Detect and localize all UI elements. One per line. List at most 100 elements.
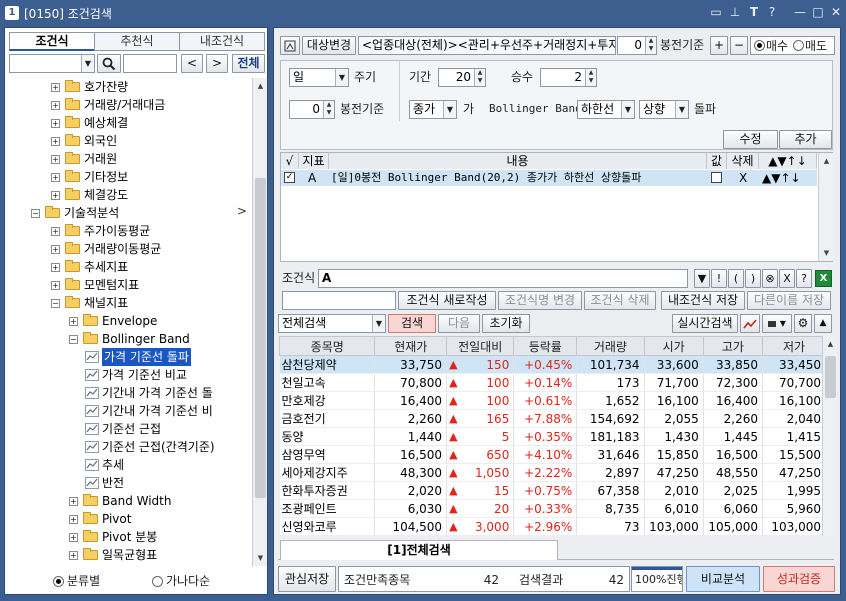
collapse-icon[interactable]: ▲ (814, 314, 832, 333)
scroll-up-icon[interactable]: ▲ (820, 154, 833, 168)
table-row[interactable]: 한화투자증권 2,020 ▲ 15 +0.75% 67,358 2,010 2,025 1,99… (279, 481, 826, 500)
next-match-button[interactable]: > (206, 54, 228, 73)
maximize-icon[interactable]: □ (810, 4, 826, 20)
expand-icon[interactable]: + (51, 191, 60, 200)
tree-node[interactable]: + 거래원 (5, 150, 251, 168)
sell-radio[interactable] (793, 40, 804, 51)
xor-button[interactable]: ⊗ (762, 269, 778, 288)
tree-node[interactable]: + 일목균형표 (5, 546, 251, 564)
table-row[interactable]: 만호제강 16,400 ▲ 100 +0.61% 1,652 16,100 16,400 16,… (279, 391, 826, 410)
tree-node[interactable]: + 추세지표 (5, 258, 251, 276)
tree-node[interactable]: 기간내 가격 기준선 돌 (5, 384, 251, 402)
search-button[interactable]: 검색 (388, 314, 436, 333)
prev-match-button[interactable]: < (181, 54, 203, 73)
delete-condition-icon[interactable]: X (739, 170, 747, 186)
expand-icon[interactable]: + (51, 245, 60, 254)
tree-node[interactable]: + 모멘텀지표 (5, 276, 251, 294)
show-all-button[interactable]: 전체 (232, 54, 265, 73)
tree-node[interactable]: + Band Width (5, 492, 251, 510)
grid-header-cell[interactable]: 거래량 (576, 336, 645, 356)
band-line-select[interactable]: 하한선 ▼ (577, 100, 635, 119)
tree-node[interactable]: + Pivot (5, 510, 251, 528)
tree-node[interactable]: + Pivot 분봉 (5, 528, 251, 546)
tree-node[interactable]: 가격 기준선 돌파 (5, 348, 251, 366)
tree-node[interactable]: 반전 (5, 474, 251, 492)
expand-icon[interactable]: + (69, 551, 78, 560)
tree-node[interactable]: + 거래량이동평균 (5, 240, 251, 258)
save-condition-button[interactable]: 내조건식 저장 (661, 291, 745, 310)
tree-node[interactable]: + 기타정보 (5, 168, 251, 186)
multiplier-input[interactable]: 2 ▲ ▼ (540, 68, 597, 87)
search-scope-select[interactable]: 전체검색 ▼ (278, 314, 386, 333)
add-bar-button[interactable]: + (710, 36, 728, 55)
table-row[interactable]: 천일고속 70,800 ▲ 100 +0.14% 173 71,700 72,300 70,70… (279, 373, 826, 392)
delete-condition-button[interactable]: 조건식 삭제 (584, 291, 656, 310)
category-select[interactable]: ▼ (9, 54, 95, 73)
open-paren-button[interactable]: ( (728, 269, 744, 288)
tree-node[interactable]: + 예상체결 (5, 114, 251, 132)
tree-node[interactable]: − 기술적분석 (5, 204, 251, 222)
grid-scrollbar[interactable]: ▲ (822, 336, 837, 536)
scroll-thumb[interactable] (255, 178, 266, 498)
expand-icon[interactable]: + (51, 119, 60, 128)
direction-select[interactable]: 상향 ▼ (639, 100, 689, 119)
universe-field[interactable]: <업종대상(전체)><관리+우선주+거래정지+투자 (358, 36, 616, 55)
tab-conditions[interactable]: 조건식 (9, 32, 95, 51)
condition-name-input[interactable] (282, 291, 396, 310)
grid-header-cell[interactable]: 시가 (643, 336, 704, 356)
target-icon[interactable] (280, 36, 300, 55)
pin-icon[interactable]: ⊥ (727, 4, 743, 20)
expand-icon[interactable]: + (51, 263, 60, 272)
scroll-thumb[interactable] (825, 356, 836, 398)
search-input[interactable] (123, 54, 177, 73)
expand-icon[interactable]: + (69, 515, 78, 524)
expand-icon[interactable]: + (51, 227, 60, 236)
expand-icon[interactable]: + (51, 83, 60, 92)
tree-node[interactable]: 가격 기준선 비교 (5, 366, 251, 384)
table-row[interactable]: 동양 1,440 ▲ 5 +0.35% 181,183 1,430 1,445 1,415 (279, 427, 826, 446)
table-row[interactable]: 삼천당제약 33,750 ▲ 150 +0.45% 101,734 33,600 33,850… (279, 355, 826, 374)
grid-header-cell[interactable]: 현재가 (374, 336, 448, 356)
tree-node[interactable]: + 주가이동평균 (5, 222, 251, 240)
table-row[interactable]: 삼영무역 16,500 ▲ 650 +4.10% 31,646 15,850 16,500 15… (279, 445, 826, 464)
collapse-icon[interactable]: − (51, 299, 60, 308)
chart-icon[interactable] (740, 314, 760, 333)
tree-node[interactable]: + 호가잔량 (5, 78, 251, 96)
grid-header-cell[interactable]: 전일대비 (446, 336, 515, 356)
clear-formula-button[interactable]: X (779, 269, 795, 288)
expand-icon[interactable]: + (51, 101, 60, 110)
grid-header-cell[interactable]: 고가 (702, 336, 764, 356)
tree-node[interactable]: + 외국인 (5, 132, 251, 150)
expand-icon[interactable]: + (51, 155, 60, 164)
expand-icon[interactable]: + (51, 173, 60, 182)
save-interest-button[interactable]: 관심저장 (278, 566, 336, 592)
help-icon[interactable]: ? (764, 4, 780, 20)
condition-row[interactable]: ✓ A [일]0봉전 Bollinger Band(20,2) 종가가 하한선 … (281, 170, 817, 186)
expand-icon[interactable]: + (69, 317, 78, 326)
grid-header-cell[interactable]: 종목명 (278, 336, 376, 356)
view-menu-icon[interactable]: ▾ (762, 314, 792, 333)
table-row[interactable]: 조광페인트 6,030 ▲ 20 +0.33% 8,735 6,010 6,060 5,960 (279, 499, 826, 518)
scroll-up-icon[interactable]: ▲ (824, 337, 837, 351)
tree-node[interactable]: 추세 (5, 456, 251, 474)
tab-recommended[interactable]: 추천식 (94, 32, 180, 51)
grid-header-cell[interactable]: 등락률 (513, 336, 578, 356)
tree-expand-arrow[interactable]: > (237, 204, 247, 218)
help-button[interactable]: ? (796, 269, 812, 288)
value-checkbox[interactable] (711, 172, 722, 183)
tree-node[interactable]: + 거래량/거래대금 (5, 96, 251, 114)
rename-condition-button[interactable]: 조건식명 변경 (498, 291, 582, 310)
search-icon[interactable] (97, 54, 121, 73)
tree-node[interactable]: 기준선 근접 (5, 420, 251, 438)
save-as-button[interactable]: 다른이름 저장 (747, 291, 831, 310)
settings-icon[interactable]: ⚙ (794, 314, 812, 333)
scroll-up-icon[interactable]: ▲ (254, 79, 267, 93)
close-paren-button[interactable]: ) (745, 269, 761, 288)
formula-input[interactable]: A (318, 269, 688, 288)
realtime-search-button[interactable]: 실시간검색 (672, 314, 738, 333)
remove-bar-button[interactable]: − (730, 36, 748, 55)
tree-node[interactable]: + Envelope (5, 312, 251, 330)
tree-node[interactable]: − Bollinger Band (5, 330, 251, 348)
table-row[interactable]: 세아제강지주 48,300 ▲ 1,050 +2.22% 2,897 47,250 48,55… (279, 463, 826, 482)
scroll-down-icon[interactable]: ▼ (820, 246, 833, 260)
